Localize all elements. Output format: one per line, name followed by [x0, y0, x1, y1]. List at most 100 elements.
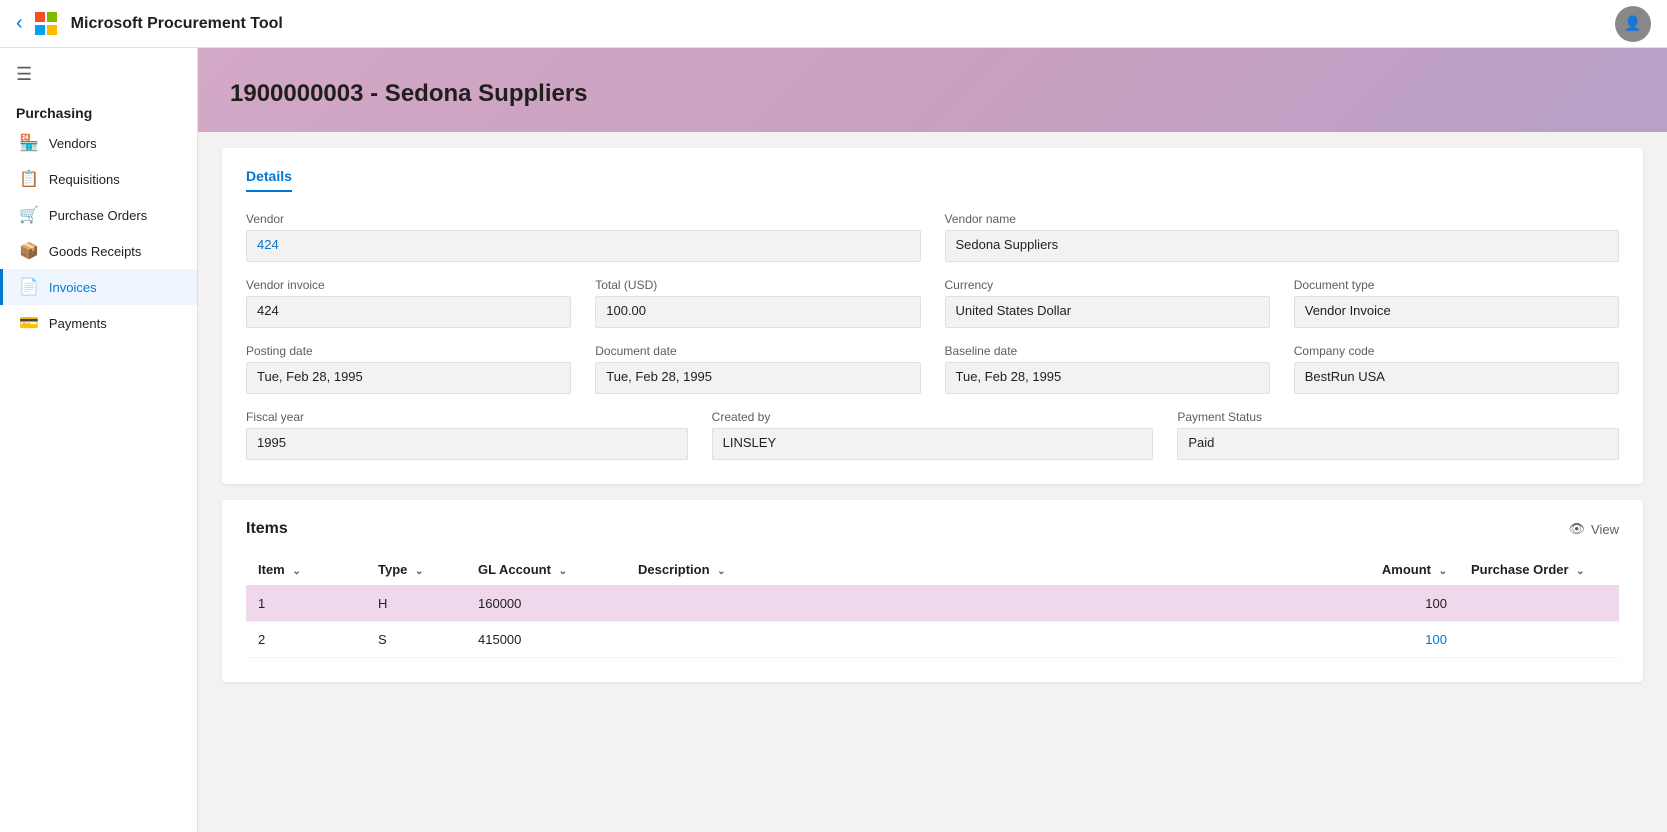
created-by-field: Created by LINSLEY [712, 410, 1154, 460]
table-row[interactable]: 2S415000100 [246, 622, 1619, 658]
posting-date-field: Posting date Tue, Feb 28, 1995 [246, 344, 571, 394]
table-cell-5 [1459, 622, 1619, 658]
sidebar-item-label: Requisitions [49, 172, 120, 187]
desc-sort-icon: ⌄ [717, 566, 725, 577]
vendor-invoice-label: Vendor invoice [246, 278, 571, 292]
invoices-icon: 📄 [19, 277, 39, 297]
main-layout: ☰ Purchasing 🏪 Vendors 📋 Requisitions 🛒 … [0, 48, 1667, 832]
items-header: Items 👁 View [246, 520, 1619, 538]
sidebar-section-title: Purchasing [0, 97, 197, 125]
items-table: Item ⌄ Type ⌄ GL Account ⌄ [246, 554, 1619, 658]
ms-logo [35, 12, 59, 36]
items-section: Items 👁 View Item ⌄ [222, 500, 1643, 682]
amount-sort-icon: ⌄ [1439, 566, 1447, 577]
sidebar-item-invoices[interactable]: 📄 Invoices [0, 269, 197, 305]
sidebar: ☰ Purchasing 🏪 Vendors 📋 Requisitions 🛒 … [0, 48, 198, 832]
view-button[interactable]: 👁 View [1569, 521, 1619, 537]
sidebar-item-purchase-orders[interactable]: 🛒 Purchase Orders [0, 197, 197, 233]
posting-date-value: Tue, Feb 28, 1995 [246, 362, 571, 394]
sidebar-item-goods-receipts[interactable]: 📦 Goods Receipts [0, 233, 197, 269]
hamburger-icon[interactable]: ☰ [0, 56, 197, 93]
back-button[interactable]: ‹ [16, 12, 23, 35]
table-cell-3 [626, 586, 1339, 622]
table-row[interactable]: 1H160000 100 [246, 586, 1619, 622]
vendor-name-field: Vendor name Sedona Suppliers [945, 212, 1620, 262]
currency-value: United States Dollar [945, 296, 1270, 328]
sidebar-item-payments[interactable]: 💳 Payments [0, 305, 197, 341]
details-card: Details Vendor 424 Vendor name Sedona Su… [222, 148, 1643, 484]
col-header-item[interactable]: Item ⌄ [246, 554, 366, 586]
col-header-purchase-order[interactable]: Purchase Order ⌄ [1459, 554, 1619, 586]
table-cell-1: H [366, 586, 466, 622]
fiscal-year-value: 1995 [246, 428, 688, 460]
page-title: 1900000003 - Sedona Suppliers [230, 80, 1635, 108]
table-cell-3 [626, 622, 1339, 658]
vendor-field: Vendor 424 [246, 212, 921, 262]
sidebar-item-requisitions[interactable]: 📋 Requisitions [0, 161, 197, 197]
details-row-2: Vendor invoice 424 Total (USD) 100.00 Cu… [246, 278, 1619, 328]
sidebar-item-label: Invoices [49, 280, 97, 295]
app-name: Microsoft Procurement Tool [71, 15, 283, 33]
currency-label: Currency [945, 278, 1270, 292]
document-type-value: Vendor Invoice [1294, 296, 1619, 328]
gl-sort-icon: ⌄ [559, 566, 567, 577]
sidebar-item-label: Purchase Orders [49, 208, 147, 223]
items-title: Items [246, 520, 288, 538]
document-date-label: Document date [595, 344, 920, 358]
posting-date-label: Posting date [246, 344, 571, 358]
type-sort-icon: ⌄ [415, 566, 423, 577]
table-cell-4: 100 [1339, 622, 1459, 658]
payment-status-field: Payment Status Paid [1177, 410, 1619, 460]
payments-icon: 💳 [19, 313, 39, 333]
page-header: 1900000003 - Sedona Suppliers [198, 48, 1667, 132]
table-cell-2: 160000 [466, 586, 626, 622]
created-by-label: Created by [712, 410, 1154, 424]
document-type-field: Document type Vendor Invoice [1294, 278, 1619, 328]
table-header-row: Item ⌄ Type ⌄ GL Account ⌄ [246, 554, 1619, 586]
baseline-date-value: Tue, Feb 28, 1995 [945, 362, 1270, 394]
company-code-field: Company code BestRun USA [1294, 344, 1619, 394]
col-header-amount[interactable]: Amount ⌄ [1339, 554, 1459, 586]
table-cell-1: S [366, 622, 466, 658]
total-label: Total (USD) [595, 278, 920, 292]
baseline-date-field: Baseline date Tue, Feb 28, 1995 [945, 344, 1270, 394]
payment-status-label: Payment Status [1177, 410, 1619, 424]
table-cell-0: 1 [246, 586, 366, 622]
document-type-label: Document type [1294, 278, 1619, 292]
vendor-label: Vendor [246, 212, 921, 226]
company-code-label: Company code [1294, 344, 1619, 358]
sidebar-item-label: Payments [49, 316, 107, 331]
col-header-gl[interactable]: GL Account ⌄ [466, 554, 626, 586]
fiscal-year-field: Fiscal year 1995 [246, 410, 688, 460]
col-header-type[interactable]: Type ⌄ [366, 554, 466, 586]
total-field: Total (USD) 100.00 [595, 278, 920, 328]
sidebar-item-label: Vendors [49, 136, 97, 151]
fiscal-year-label: Fiscal year [246, 410, 688, 424]
company-code-value: BestRun USA [1294, 362, 1619, 394]
vendor-name-value: Sedona Suppliers [945, 230, 1620, 262]
avatar: 👤 [1615, 6, 1651, 42]
details-row-4: Fiscal year 1995 Created by LINSLEY Paym… [246, 410, 1619, 460]
col-header-description[interactable]: Description ⌄ [626, 554, 1339, 586]
table-cell-4: 100 [1339, 586, 1459, 622]
table-cell-2: 415000 [466, 622, 626, 658]
vendor-invoice-value: 424 [246, 296, 571, 328]
created-by-value: LINSLEY [712, 428, 1154, 460]
item-sort-icon: ⌄ [292, 566, 300, 577]
purchase-orders-icon: 🛒 [19, 205, 39, 225]
details-grid: Vendor 424 Vendor name Sedona Suppliers … [246, 212, 1619, 460]
payment-status-value: Paid [1177, 428, 1619, 460]
currency-field: Currency United States Dollar [945, 278, 1270, 328]
details-tab[interactable]: Details [246, 168, 292, 192]
topbar: ‹ Microsoft Procurement Tool 👤 [0, 0, 1667, 48]
total-value: 100.00 [595, 296, 920, 328]
details-row-3: Posting date Tue, Feb 28, 1995 Document … [246, 344, 1619, 394]
table-cell-5 [1459, 586, 1619, 622]
document-date-value: Tue, Feb 28, 1995 [595, 362, 920, 394]
document-date-field: Document date Tue, Feb 28, 1995 [595, 344, 920, 394]
po-sort-icon: ⌄ [1576, 566, 1584, 577]
goods-receipts-icon: 📦 [19, 241, 39, 261]
vendor-value[interactable]: 424 [246, 230, 921, 262]
sidebar-item-label: Goods Receipts [49, 244, 142, 259]
sidebar-item-vendors[interactable]: 🏪 Vendors [0, 125, 197, 161]
